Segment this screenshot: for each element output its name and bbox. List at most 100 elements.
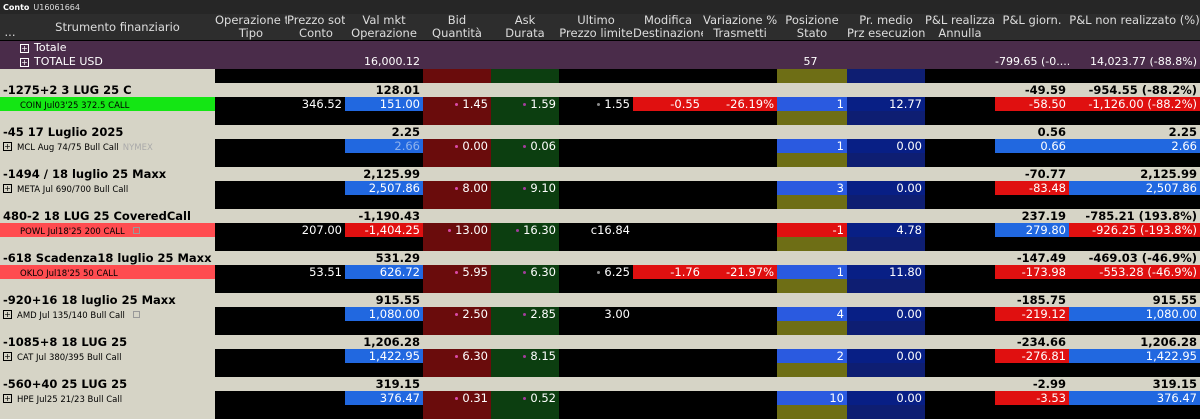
order-ask[interactable] [491,195,559,209]
header-bid[interactable]: Bid [423,14,491,27]
order-pr_medio[interactable] [847,195,925,209]
order-row[interactable] [0,195,1200,209]
header-prezzo_sott[interactable]: Prezzo sott [287,14,345,27]
order-posizione[interactable] [777,195,847,209]
order-bid[interactable] [423,195,491,209]
note-icon[interactable] [132,311,140,318]
header-sub-ultimo[interactable]: Prezzo limite [559,27,633,40]
expand-icon[interactable]: + [3,394,12,403]
instrument-name[interactable]: + CAT Jul 380/395 Bull Call [0,349,215,363]
order-ask[interactable] [491,363,559,377]
order-pr_medio[interactable] [847,237,925,251]
group-row[interactable]: -1275+2 3 LUG 25 C 128.01 -49.59 -954.55 (-… [0,83,1200,97]
group-row[interactable]: -1494 / 18 luglio 25 Maxx 2,125.99 -70.77 2… [0,167,1200,181]
order-pr_medio[interactable] [847,153,925,167]
order-posizione[interactable] [777,321,847,335]
order-bid[interactable] [423,153,491,167]
order-row[interactable] [0,153,1200,167]
column-header[interactable]: ... Strumento finanziario Operazione t Prez… [0,14,1200,40]
order-posizione[interactable] [777,405,847,419]
order-posizione[interactable] [777,111,847,125]
group-name[interactable]: -1275+2 3 LUG 25 C [3,83,343,97]
header-strumento[interactable]: Strumento finanziario [20,14,215,40]
order-row[interactable] [0,363,1200,377]
group-name[interactable]: -1494 / 18 luglio 25 Maxx [3,167,343,181]
group-name[interactable]: 480-2 18 LUG 25 CoveredCall [3,209,343,223]
header-pl_real[interactable]: P&L realizza [925,14,995,27]
order-row[interactable] [0,237,1200,251]
order-pr_medio[interactable] [847,111,925,125]
order-bid[interactable] [423,111,491,125]
group-name[interactable]: -45 17 Luglio 2025 [3,125,343,139]
header-sub-bid[interactable]: Quantità [423,27,491,40]
group-row[interactable]: 480-2 18 LUG 25 CoveredCall -1,190.43 237.… [0,209,1200,223]
instrument-name[interactable]: + META Jul 690/700 Bull Call [0,181,215,195]
header-sub-posizione[interactable]: Stato [777,27,847,40]
instrument-name[interactable]: + HPE Jul25 21/23 Bull Call [0,391,215,405]
instrument-row[interactable]: COIN Jul03'25 372.5 CALL 346.52 151.00 1.45… [0,97,1200,111]
order-ask[interactable] [491,153,559,167]
group-row[interactable]: -560+40 25 LUG 25 319.15 -2.99 319.15 [0,377,1200,391]
instrument-row[interactable]: POWL Jul18'25 200 CALL 207.00 -1,404.25 13.… [0,223,1200,237]
group-row[interactable]: -1085+8 18 LUG 25 1,206.28 -234.66 1,206.28 [0,335,1200,349]
header-sub-pr_medio[interactable]: Prz esecuzione [847,27,925,40]
totale-usd-label[interactable]: + TOTALE USD [20,55,220,69]
header-sub-modifica[interactable]: Destinazione [633,27,703,40]
order-row[interactable] [0,111,1200,125]
order-bid[interactable] [423,237,491,251]
order-row[interactable] [0,405,1200,419]
expand-icon[interactable]: + [3,310,12,319]
header-sub-variazione[interactable]: Trasmetti [703,27,777,40]
order-ask[interactable] [491,237,559,251]
order-pr_medio[interactable] [847,321,925,335]
instrument-name[interactable]: OKLO Jul18'25 50 CALL [0,265,215,279]
group-row[interactable]: -618 Scadenza18 luglio 25 Maxx 531.29 -147… [0,251,1200,265]
order-posizione[interactable] [777,153,847,167]
instrument-row[interactable]: + AMD Jul 135/140 Bull Call 1,080.00 2.50 2.… [0,307,1200,321]
order-posizione[interactable] [777,237,847,251]
instrument-row[interactable]: OKLO Jul18'25 50 CALL 53.51 626.72 5.95 6.30… [0,265,1200,279]
order-ask[interactable] [491,279,559,293]
header-variazione[interactable]: Variazione % [703,14,777,27]
instrument-row[interactable]: + CAT Jul 380/395 Bull Call 1,422.95 6.30 8.… [0,349,1200,363]
instrument-row[interactable]: + META Jul 690/700 Bull Call 2,507.86 8.00 9… [0,181,1200,195]
header-pl_non_real[interactable]: P&L non realizzato (%) [1069,14,1200,27]
header-posizione[interactable]: Posizione [777,14,847,27]
header-sub-ask[interactable]: Durata [491,27,559,40]
order-ask[interactable] [491,405,559,419]
header-sub-pl_real[interactable]: Annulla [925,27,995,40]
order-bid[interactable] [423,363,491,377]
totale-label[interactable]: + Totale [20,41,220,55]
header-modifica[interactable]: Modifica [633,14,703,27]
expand-icon[interactable]: + [20,57,29,67]
order-bid[interactable] [423,279,491,293]
order-bid[interactable] [423,321,491,335]
order-pr_medio[interactable] [847,279,925,293]
header-ask[interactable]: Ask [491,14,559,27]
group-name[interactable]: -920+16 18 luglio 25 Maxx [3,293,343,307]
instrument-row[interactable]: + MCL Aug 74/75 Bull Call NYMEX 2.66 0.00 0.0… [0,139,1200,153]
expand-icon[interactable]: + [3,142,12,151]
header-ultimo[interactable]: Ultimo [559,14,633,27]
order-row[interactable] [0,321,1200,335]
group-name[interactable]: -1085+8 18 LUG 25 [3,335,343,349]
instrument-name[interactable]: POWL Jul18'25 200 CALL [0,223,215,237]
group-row[interactable]: -920+16 18 luglio 25 Maxx 915.55 -185.75 91… [0,293,1200,307]
instrument-row[interactable]: + HPE Jul25 21/23 Bull Call 376.47 0.31 0.52… [0,391,1200,405]
expand-icon[interactable]: + [20,43,29,53]
header-sub-prezzo_sott[interactable]: Conto [287,27,345,40]
header-pr_medio[interactable]: Pr. medio [847,14,925,27]
group-name[interactable]: -618 Scadenza18 luglio 25 Maxx [3,251,343,265]
header-sub-val_mkt[interactable]: Operazione [345,27,423,40]
order-pr_medio[interactable] [847,405,925,419]
instrument-name[interactable]: + AMD Jul 135/140 Bull Call [0,307,215,321]
header-pl_giorn[interactable]: P&L giorn. [995,14,1069,27]
note-icon[interactable] [132,227,140,234]
order-posizione[interactable] [777,279,847,293]
order-pr_medio[interactable] [847,363,925,377]
totals-usd-row[interactable]: + TOTALE USD 16,000.12 57 -799.65 (-0.... 14,… [0,55,1200,69]
header-sub-operazione[interactable]: Tipo [215,27,287,40]
header-operazione[interactable]: Operazione t [215,14,287,27]
header-expand[interactable]: ... [0,14,20,40]
expand-icon[interactable]: + [3,184,12,193]
